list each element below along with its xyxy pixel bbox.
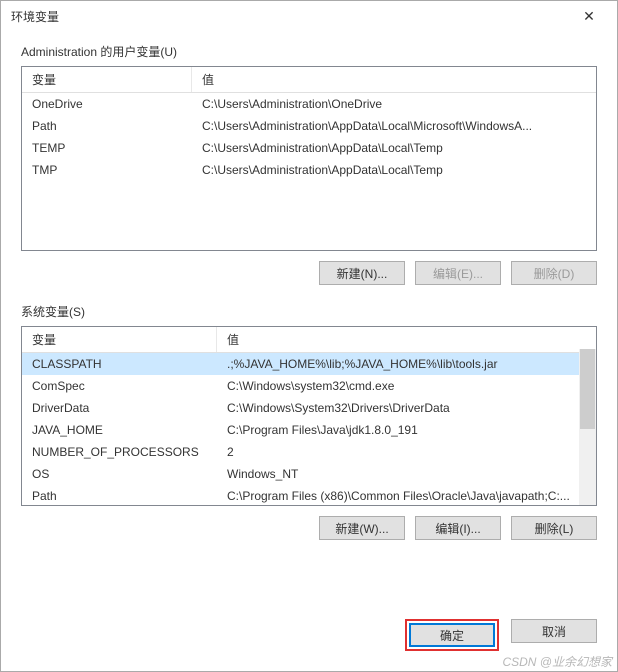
system-edit-button[interactable]: 编辑(I)... <box>415 516 501 540</box>
scroll-thumb[interactable] <box>580 349 595 429</box>
cancel-button[interactable]: 取消 <box>511 619 597 643</box>
user-edit-button[interactable]: 编辑(E)... <box>415 261 501 285</box>
system-new-button[interactable]: 新建(W)... <box>319 516 405 540</box>
col-variable[interactable]: 变量 <box>22 67 192 92</box>
user-vars-label: Administration 的用户变量(U) <box>21 43 597 60</box>
var-name: JAVA_HOME <box>22 421 217 439</box>
ok-highlight: 确定 <box>405 619 499 651</box>
col-variable[interactable]: 变量 <box>22 327 217 352</box>
var-name: TMP <box>22 161 192 179</box>
table-row[interactable]: NUMBER_OF_PROCESSORS2 <box>22 441 596 463</box>
table-row[interactable]: TMPC:\Users\Administration\AppData\Local… <box>22 159 596 181</box>
table-row[interactable]: TEMPC:\Users\Administration\AppData\Loca… <box>22 137 596 159</box>
system-vars-group: 系统变量(S) 变量 值 CLASSPATH.;%JAVA_HOME%\lib;… <box>21 303 597 540</box>
system-delete-button[interactable]: 删除(L) <box>511 516 597 540</box>
watermark: CSDN @业余幻想家 <box>502 653 612 670</box>
table-row[interactable]: JAVA_HOMEC:\Program Files\Java\jdk1.8.0_… <box>22 419 596 441</box>
var-value: C:\Users\Administration\AppData\Local\Mi… <box>192 117 596 135</box>
table-row[interactable]: OSWindows_NT <box>22 463 596 485</box>
var-value: Windows_NT <box>217 465 596 483</box>
table-row[interactable]: CLASSPATH.;%JAVA_HOME%\lib;%JAVA_HOME%\l… <box>22 353 596 375</box>
var-name: TEMP <box>22 139 192 157</box>
user-list-header: 变量 值 <box>22 67 596 93</box>
table-row[interactable]: DriverDataC:\Windows\System32\Drivers\Dr… <box>22 397 596 419</box>
var-value: 2 <box>217 443 596 461</box>
var-name: OS <box>22 465 217 483</box>
var-name: NUMBER_OF_PROCESSORS <box>22 443 217 461</box>
var-name: OneDrive <box>22 95 192 113</box>
user-delete-button[interactable]: 删除(D) <box>511 261 597 285</box>
table-row[interactable]: ComSpecC:\Windows\system32\cmd.exe <box>22 375 596 397</box>
var-value: C:\Program Files\Java\jdk1.8.0_191 <box>217 421 596 439</box>
system-button-row: 新建(W)... 编辑(I)... 删除(L) <box>21 516 597 540</box>
var-value: .;%JAVA_HOME%\lib;%JAVA_HOME%\lib\tools.… <box>217 355 596 373</box>
user-rows: OneDriveC:\Users\Administration\OneDrive… <box>22 93 596 181</box>
var-name: Path <box>22 117 192 135</box>
ok-button[interactable]: 确定 <box>409 623 495 647</box>
var-value: C:\Windows\System32\Drivers\DriverData <box>217 399 596 417</box>
var-value: C:\Users\Administration\AppData\Local\Te… <box>192 161 596 179</box>
var-name: DriverData <box>22 399 217 417</box>
close-icon: ✕ <box>583 8 595 25</box>
env-vars-dialog: 环境变量 ✕ Administration 的用户变量(U) 变量 值 OneD… <box>0 0 618 672</box>
user-new-button[interactable]: 新建(N)... <box>319 261 405 285</box>
var-name: CLASSPATH <box>22 355 217 373</box>
var-value: C:\Windows\system32\cmd.exe <box>217 377 596 395</box>
var-name: ComSpec <box>22 377 217 395</box>
titlebar: 环境变量 ✕ <box>1 1 617 31</box>
col-value[interactable]: 值 <box>192 67 596 92</box>
col-value[interactable]: 值 <box>217 327 596 352</box>
user-vars-listbox[interactable]: 变量 值 OneDriveC:\Users\Administration\One… <box>21 66 597 251</box>
var-name: Path <box>22 487 217 505</box>
var-value: C:\Program Files (x86)\Common Files\Orac… <box>217 487 596 505</box>
user-button-row: 新建(N)... 编辑(E)... 删除(D) <box>21 261 597 285</box>
user-vars-group: Administration 的用户变量(U) 变量 值 OneDriveC:\… <box>21 43 597 285</box>
system-vars-label: 系统变量(S) <box>21 303 597 320</box>
close-button[interactable]: ✕ <box>569 2 609 30</box>
window-title: 环境变量 <box>11 8 59 25</box>
dialog-content: Administration 的用户变量(U) 变量 值 OneDriveC:\… <box>1 31 617 607</box>
table-row[interactable]: PathC:\Users\Administration\AppData\Loca… <box>22 115 596 137</box>
var-value: C:\Users\Administration\AppData\Local\Te… <box>192 139 596 157</box>
system-rows: CLASSPATH.;%JAVA_HOME%\lib;%JAVA_HOME%\l… <box>22 353 596 506</box>
scrollbar[interactable] <box>579 349 596 505</box>
system-vars-listbox[interactable]: 变量 值 CLASSPATH.;%JAVA_HOME%\lib;%JAVA_HO… <box>21 326 597 506</box>
table-row[interactable]: PathC:\Program Files (x86)\Common Files\… <box>22 485 596 506</box>
table-row[interactable]: OneDriveC:\Users\Administration\OneDrive <box>22 93 596 115</box>
system-list-header: 变量 值 <box>22 327 596 353</box>
var-value: C:\Users\Administration\OneDrive <box>192 95 596 113</box>
